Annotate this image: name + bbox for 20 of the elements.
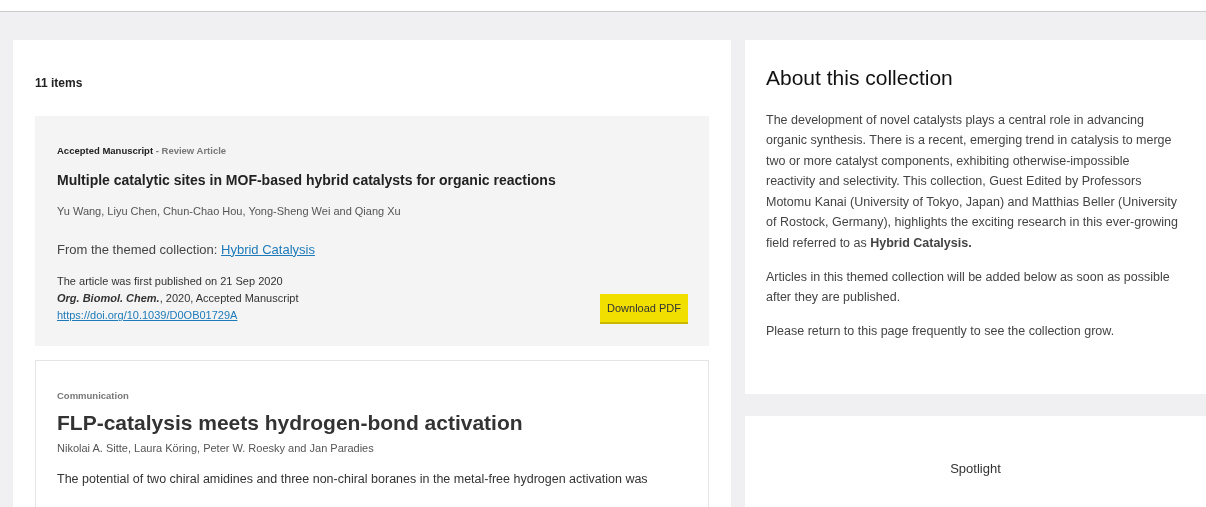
section-heading: About this collection bbox=[766, 65, 954, 91]
collection-link[interactable]: Hybrid Catalysis bbox=[221, 241, 315, 257]
results-count: 11 items bbox=[35, 75, 84, 92]
paragraph: Articles in this themed collection will be added below as soon as possible after they are published. bbox=[766, 268, 1171, 307]
paragraph: The development of novel catalysts plays a central role in advancing organic synthesis. There is a recent, emerging trend in catalysis to merge two or more catalyst components, exhibiting otherwise-impossible reactivity and selectivity. This collection, Guest Edited by Professors Motomu Kanai (University of Tokyo, Japan) and Matthias Beller (University of Rostock, Germany), highlights the exciting research in this ever-growing field referred to as Hybrid Catalysis. bbox=[766, 111, 1179, 253]
article-type: Communication bbox=[57, 390, 129, 402]
article-abstract: The potential of two chiral amidines and three non-chiral boranes in the metal-free hydrogen activation was bbox=[57, 471, 649, 489]
collection-label: From the themed collection: bbox=[57, 241, 219, 257]
doi-link[interactable]: https://doi.org/10.1039/D0OB01729A bbox=[57, 307, 299, 325]
spotlight-heading: Spotlight bbox=[950, 460, 1001, 478]
article-type: - Review Article bbox=[154, 145, 227, 156]
citation: Org. Biomol. Chem., 2020, Accepted Manuscript bbox=[57, 291, 299, 307]
article-title[interactable]: Multiple catalytic sites in MOF-based hybrid catalysts for organic reactions bbox=[57, 170, 688, 192]
article-status: Accepted Manuscript bbox=[57, 145, 154, 156]
article-authors: Yu Wang, Liyu Chen, Chun-Chao Hou, Yong-Sheng Wei and Qiang Xu bbox=[57, 204, 402, 220]
article-authors: Nikolai A. Sitte, Laura Köring, Peter W. Roesky and Jan Paradies bbox=[57, 440, 375, 456]
paragraph: Please return to this page frequently to see the collection grow. bbox=[766, 322, 1116, 340]
download-pdf-button[interactable]: Download PDF bbox=[600, 293, 688, 325]
published-date: The article was first published on 21 Sep 2020 bbox=[57, 274, 284, 290]
article-title[interactable]: FLP-catalysis meets hydrogen-bond activation bbox=[57, 409, 687, 435]
